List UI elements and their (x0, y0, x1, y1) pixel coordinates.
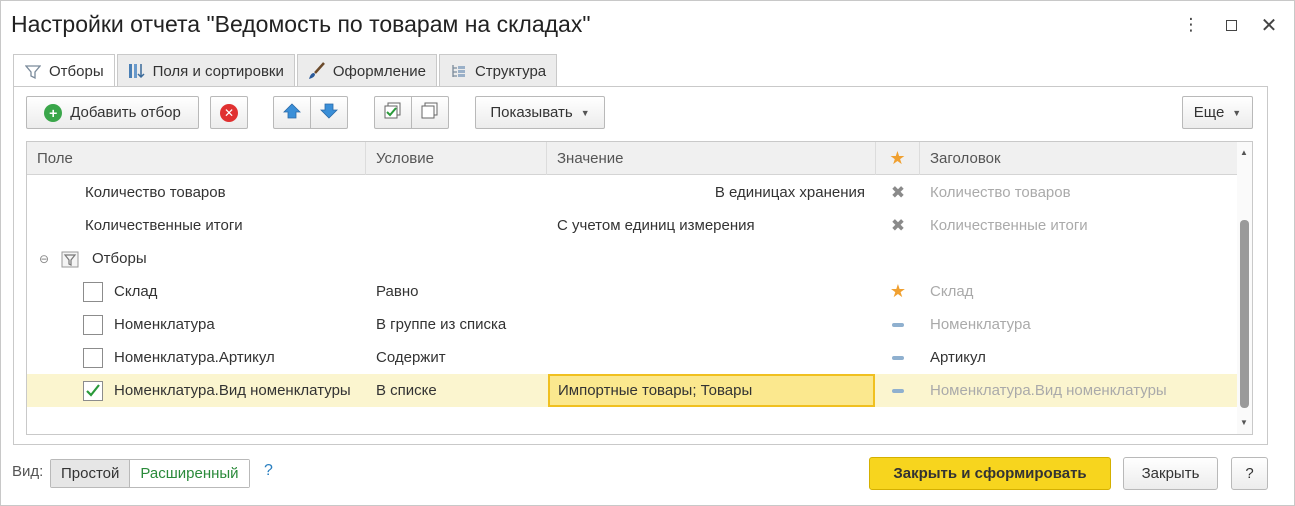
uncheck-all-icon (421, 102, 439, 124)
field-cell: Отборы (92, 250, 147, 267)
use-checkbox[interactable] (83, 275, 103, 308)
table-header: Поле Условие Значение ★ Заголовок (27, 142, 1237, 175)
show-dropdown-button[interactable]: Показывать ▼ (475, 96, 605, 129)
field-cell: Номенклатура.Артикул (114, 349, 275, 366)
tab-structure[interactable]: Структура (438, 54, 558, 87)
star-icon: ★ (889, 148, 906, 168)
title-cell[interactable]: Артикул (930, 341, 986, 374)
report-settings-window: Настройки отчета "Ведомость по товарам н… (0, 0, 1295, 506)
table-row[interactable]: Количественные итоги С учетом единиц изм… (27, 209, 1237, 242)
field-cell: Номенклатура (114, 316, 215, 333)
header-condition[interactable]: Условие (366, 142, 547, 175)
field-cell: Склад (114, 283, 158, 300)
value-cell[interactable]: С учетом единиц измерения (557, 209, 755, 242)
table-row[interactable]: Номенклатура В группе из списка Номенкла… (27, 308, 1237, 341)
help-button[interactable]: ? (1231, 457, 1268, 490)
title-cell[interactable]: Номенклатура.Вид номенклатуры (930, 374, 1167, 407)
uncheck-all-button[interactable] (411, 96, 449, 129)
x-icon[interactable]: ✖ (876, 176, 920, 209)
table-row[interactable]: Склад Равно ★ Склад (27, 275, 1237, 308)
tab-appearance[interactable]: Оформление (296, 54, 437, 87)
scroll-thumb[interactable] (1240, 220, 1249, 408)
view-label: Вид: (12, 463, 44, 480)
table-row[interactable]: Номенклатура.Артикул Содержит Артикул (27, 341, 1237, 374)
vertical-scrollbar[interactable]: ▲ ▼ (1237, 142, 1252, 434)
view-switch: Простой Расширенный (50, 459, 250, 488)
tab-bar: Отборы Поля и сортировки Оформление Стру… (13, 54, 559, 88)
check-all-icon (384, 102, 402, 124)
close-button[interactable]: Закрыть (1123, 457, 1218, 490)
dash-icon[interactable] (876, 374, 920, 407)
check-all-button[interactable] (374, 96, 412, 129)
delete-button[interactable]: ✕ (210, 96, 248, 129)
tab-fields-sorting[interactable]: Поля и сортировки (116, 54, 295, 87)
title-cell[interactable]: Склад (930, 275, 973, 308)
plus-icon: + (44, 103, 63, 122)
view-simple-button[interactable]: Простой (51, 460, 131, 487)
use-checkbox[interactable] (83, 341, 103, 374)
tab-label: Отборы (49, 63, 104, 80)
move-up-button[interactable] (273, 96, 311, 129)
filters-table: Поле Условие Значение ★ Заголовок Количе… (26, 141, 1253, 435)
use-checkbox-checked[interactable] (83, 374, 103, 407)
window-title: Настройки отчета "Ведомость по товарам н… (11, 11, 591, 37)
add-filter-label: Добавить отбор (70, 104, 181, 121)
close-and-generate-button[interactable]: Закрыть и сформировать (869, 457, 1111, 490)
title-cell[interactable]: Номенклатура (930, 308, 1031, 341)
condition-cell[interactable]: Содержит (376, 341, 446, 374)
chevron-down-icon: ▼ (1232, 107, 1242, 118)
x-icon[interactable]: ✖ (876, 209, 920, 242)
star-icon[interactable]: ★ (876, 275, 920, 308)
header-field[interactable]: Поле (27, 142, 366, 175)
dash-icon[interactable] (876, 341, 920, 374)
brush-icon (308, 62, 326, 80)
dash-icon[interactable] (876, 308, 920, 341)
filter-group-icon (60, 242, 80, 275)
arrow-down-icon (320, 103, 338, 123)
condition-cell[interactable]: В группе из списка (376, 308, 506, 341)
maximize-icon[interactable] (1217, 11, 1245, 39)
tab-label: Структура (474, 62, 547, 80)
collapse-icon[interactable]: ⊖ (39, 242, 49, 275)
show-label: Показывать (490, 104, 573, 121)
use-checkbox[interactable] (83, 308, 103, 341)
add-filter-button[interactable]: + Добавить отбор (26, 96, 199, 129)
table-row-selected[interactable]: Номенклатура.Вид номенклатуры В списке И… (27, 374, 1237, 407)
field-cell: Номенклатура.Вид номенклатуры (114, 382, 351, 399)
field-cell: Количество товаров (85, 184, 226, 201)
sort-icon (128, 62, 146, 80)
table-row-group[interactable]: ⊖ Отборы (27, 242, 1237, 275)
delete-icon: ✕ (220, 103, 238, 122)
header-value[interactable]: Значение (547, 142, 876, 175)
header-star[interactable]: ★ (876, 142, 920, 175)
help-icon[interactable]: ? (264, 462, 273, 480)
more-label: Еще (1193, 104, 1225, 121)
chevron-down-icon: ▼ (580, 107, 590, 118)
header-title[interactable]: Заголовок (920, 142, 1237, 175)
table-row[interactable]: Количество товаров В единицах хранения ✖… (27, 176, 1237, 209)
field-cell: Количественные итоги (85, 217, 243, 234)
view-extended-button[interactable]: Расширенный (130, 460, 249, 487)
tab-filters[interactable]: Отборы (13, 54, 115, 88)
close-icon[interactable]: ✕ (1255, 11, 1283, 39)
scroll-down-icon[interactable]: ▼ (1240, 418, 1248, 427)
move-down-button[interactable] (310, 96, 348, 129)
tab-label: Поля и сортировки (152, 62, 284, 80)
title-cell[interactable]: Количество товаров (930, 176, 1071, 209)
filter-icon (24, 63, 42, 81)
value-input[interactable]: Импортные товары; Товары (548, 374, 875, 407)
more-icon[interactable]: ⋮ (1177, 11, 1205, 39)
arrow-up-icon (283, 102, 301, 123)
structure-icon (450, 62, 468, 80)
tab-label: Оформление (332, 62, 426, 80)
more-dropdown-button[interactable]: Еще ▼ (1182, 96, 1253, 129)
condition-cell[interactable]: В списке (376, 374, 437, 407)
condition-cell[interactable]: Равно (376, 275, 418, 308)
title-cell[interactable]: Количественные итоги (930, 209, 1088, 242)
scroll-up-icon[interactable]: ▲ (1240, 148, 1248, 157)
value-cell[interactable]: В единицах хранения (547, 176, 865, 209)
